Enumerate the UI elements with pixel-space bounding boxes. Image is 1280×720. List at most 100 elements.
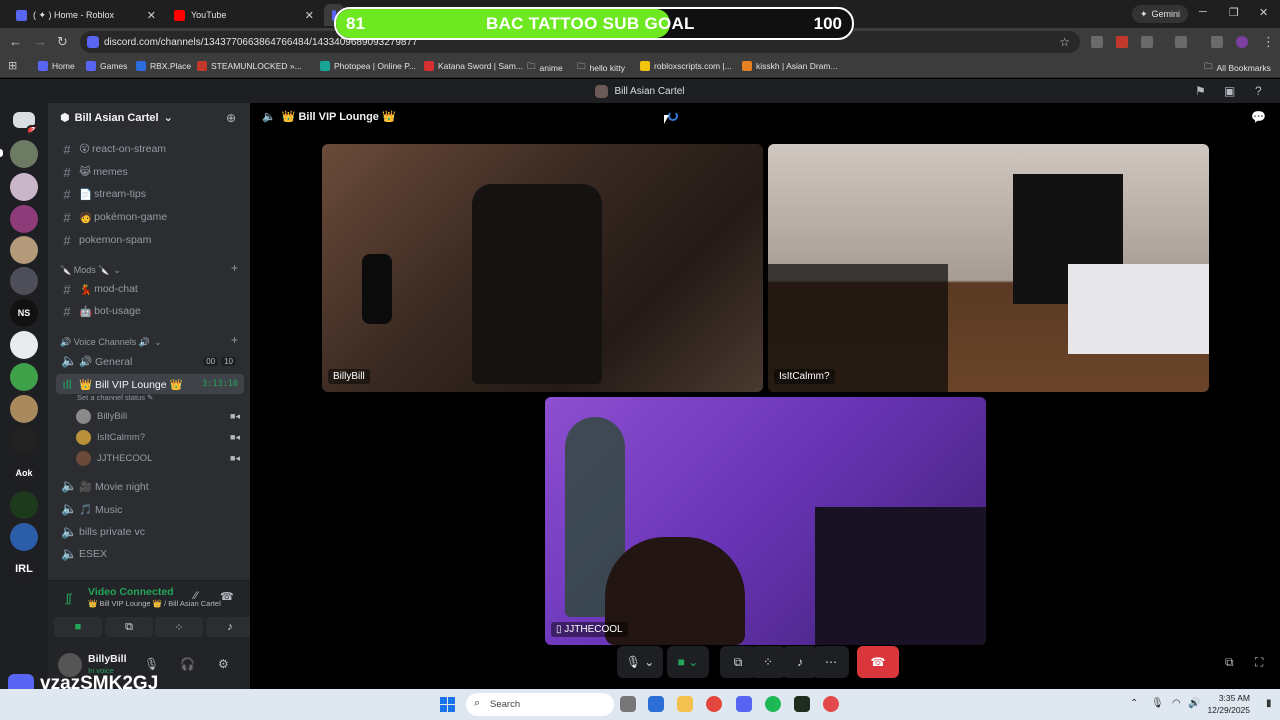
create-channel-icon[interactable]: + (231, 333, 238, 347)
category-voice-channels[interactable]: 🔊 Voice Channels 🔊 ⌄ (60, 337, 162, 348)
tab-roblox[interactable]: ( ✦ ) Home - Roblox ✕ (8, 4, 162, 26)
chevron-up-icon[interactable]: ⌃ (1130, 698, 1138, 709)
soundboard-button[interactable]: ♪ (206, 617, 254, 637)
bookmark-rbxplace[interactable]: RBX.Place (136, 61, 191, 71)
gemini-button[interactable]: ✦ Gemini (1131, 5, 1188, 23)
channel-memes[interactable]: # 😹 memes (56, 162, 244, 182)
voice-channel-bills-private[interactable]: 🔈 bills private vc (56, 522, 244, 542)
pop-out-icon[interactable]: ⧉ (1225, 655, 1234, 670)
channel-pokemon-game[interactable]: # 🧑 pokémon-game (56, 207, 244, 227)
channel-pokemon-spam[interactable]: # pokemon-spam (56, 230, 244, 250)
app-icon[interactable] (648, 696, 664, 712)
taskbar-search[interactable]: ⌕ Search (466, 693, 614, 716)
chrome-icon[interactable] (706, 696, 722, 712)
help-icon[interactable]: ? (1255, 84, 1262, 98)
microphone-icon[interactable]: 🎙 (144, 657, 159, 671)
volume-icon[interactable]: 🔊 (1188, 698, 1200, 709)
channel-mod-chat[interactable]: # 💃 mod-chat (56, 279, 244, 299)
bookmark-star-icon[interactable]: ☆ (1059, 35, 1070, 49)
server-icon[interactable] (10, 395, 38, 423)
extensions-puzzle-icon[interactable] (1141, 36, 1153, 48)
noise-suppression-icon[interactable]: ⁄⁄ (194, 590, 198, 602)
voice-channel-general[interactable]: 🔈 🔊 General 00 10 (56, 351, 244, 371)
video-tile-isitcalmm[interactable]: IsItCalmm? (768, 144, 1209, 392)
server-icon[interactable] (10, 205, 38, 233)
media-icon[interactable] (1211, 36, 1223, 48)
system-clock[interactable]: 3:35 AM 12/29/2025 (1207, 692, 1250, 716)
close-window-icon[interactable]: ✕ (1259, 6, 1268, 19)
bookmark-anime[interactable]: 🗀 anime (527, 61, 563, 75)
leave-call-button[interactable]: ☎ (857, 646, 899, 678)
signal-icon[interactable]: ʃʃ (66, 591, 71, 605)
voice-user-billybill[interactable]: BillyBill (76, 409, 127, 424)
minimize-icon[interactable]: ─ (1199, 6, 1207, 18)
bookmark-robloxscripts[interactable]: robloxscripts.com |... (640, 61, 732, 71)
server-icon[interactable] (10, 267, 38, 295)
windows-start-icon[interactable] (440, 697, 455, 712)
extension-icon[interactable] (1091, 36, 1103, 48)
server-icon[interactable] (10, 236, 38, 264)
server-icon[interactable] (10, 491, 38, 519)
taskview-icon[interactable] (620, 696, 636, 712)
server-icon[interactable] (10, 427, 38, 455)
discord-home-icon[interactable]: 3 (10, 106, 38, 134)
voice-channel-vip-lounge[interactable]: ıll 👑 Bill VIP Lounge 👑 3:13:10 (56, 374, 244, 394)
voice-channel-music[interactable]: 🔈 🎵 Music (56, 499, 244, 519)
video-tile-jjthecool[interactable]: ▯ JJTHECOOL (545, 397, 986, 645)
microphone-icon[interactable]: 🎙 (1151, 698, 1164, 709)
forward-icon[interactable]: → (34, 34, 47, 49)
reload-icon[interactable]: ↻ (57, 34, 68, 50)
close-tab-icon[interactable]: ✕ (305, 9, 314, 22)
apps-grid-icon[interactable]: ⊞ (8, 59, 17, 72)
app-icon[interactable] (794, 696, 810, 712)
share-screen-button[interactable]: ⧉ (105, 617, 153, 637)
channel-bot-usage[interactable]: # 🤖 bot-usage (56, 301, 244, 321)
more-options-button[interactable]: ⋯ (813, 646, 849, 678)
server-aok[interactable]: Aok (10, 459, 38, 487)
inbox-icon[interactable]: ▣ (1224, 84, 1235, 98)
microphone-toggle-button[interactable]: 🎙 ⌄ (617, 646, 663, 678)
server-irl[interactable]: IRL (10, 555, 38, 583)
opera-icon[interactable] (823, 696, 839, 712)
voice-user-isitcalmm[interactable]: IsItCalmm? (76, 430, 145, 445)
file-explorer-icon[interactable] (677, 696, 693, 712)
extension-icon[interactable] (1116, 36, 1128, 48)
set-channel-status[interactable]: Set a channel status ✎ (77, 393, 153, 402)
create-channel-icon[interactable]: + (231, 261, 238, 275)
tab-search-icon[interactable] (1175, 36, 1187, 48)
category-mods[interactable]: 🔪 Mods 🔪 ⌄ (60, 265, 121, 276)
voice-channel-movie-night[interactable]: 🔈 🎥 Movie night (56, 476, 244, 496)
video-tile-billybill[interactable]: BillyBill (322, 144, 763, 392)
menu-kebab-icon[interactable]: ⋮ (1262, 34, 1275, 50)
bookmark-games[interactable]: Games (86, 61, 127, 71)
all-bookmarks[interactable]: 🗀 All Bookmarks (1204, 61, 1271, 75)
voice-user-jjthecool[interactable]: JJTHECOOL (76, 451, 152, 466)
spotify-icon[interactable] (765, 696, 781, 712)
server-icon[interactable] (10, 173, 38, 201)
settings-gear-icon[interactable]: ⚙ (218, 657, 229, 671)
invite-member-icon[interactable]: ⊕ (226, 111, 236, 125)
voice-channel-esex[interactable]: 🔈 ESEX (56, 544, 244, 564)
site-info-icon[interactable] (87, 36, 99, 48)
close-tab-icon[interactable]: ✕ (147, 9, 156, 22)
camera-toggle-button[interactable]: ■ ⌄ (667, 646, 709, 678)
server-icon[interactable] (10, 331, 38, 359)
back-icon[interactable]: ← (9, 34, 22, 49)
bookmark-steamunlocked[interactable]: STEAMUNLOCKED »... (197, 61, 302, 71)
profile-avatar-icon[interactable] (1236, 36, 1248, 48)
flag-icon[interactable]: ⚑ (1195, 84, 1206, 98)
tab-youtube[interactable]: YouTube ✕ (166, 4, 320, 26)
bookmark-katana[interactable]: Katana Sword | Sam... (424, 61, 523, 71)
channel-react-on-stream[interactable]: # 😮 react-on-stream (56, 139, 244, 159)
server-icon[interactable] (10, 140, 38, 168)
chat-bubble-icon[interactable]: 💬 (1251, 110, 1266, 124)
headphones-icon[interactable]: 🎧 (180, 657, 195, 671)
bookmark-kisskh[interactable]: kisskh | Asian Dram... (742, 61, 838, 71)
activities-button[interactable]: ⁘ (155, 617, 203, 637)
channel-stream-tips[interactable]: # 📄 stream-tips (56, 184, 244, 204)
toggle-camera-button[interactable]: ■ (54, 617, 102, 637)
notification-icon[interactable]: ▮ (1266, 698, 1272, 709)
wifi-icon[interactable]: ◠ (1172, 698, 1181, 709)
server-icon[interactable] (10, 523, 38, 551)
discord-icon[interactable] (736, 696, 752, 712)
